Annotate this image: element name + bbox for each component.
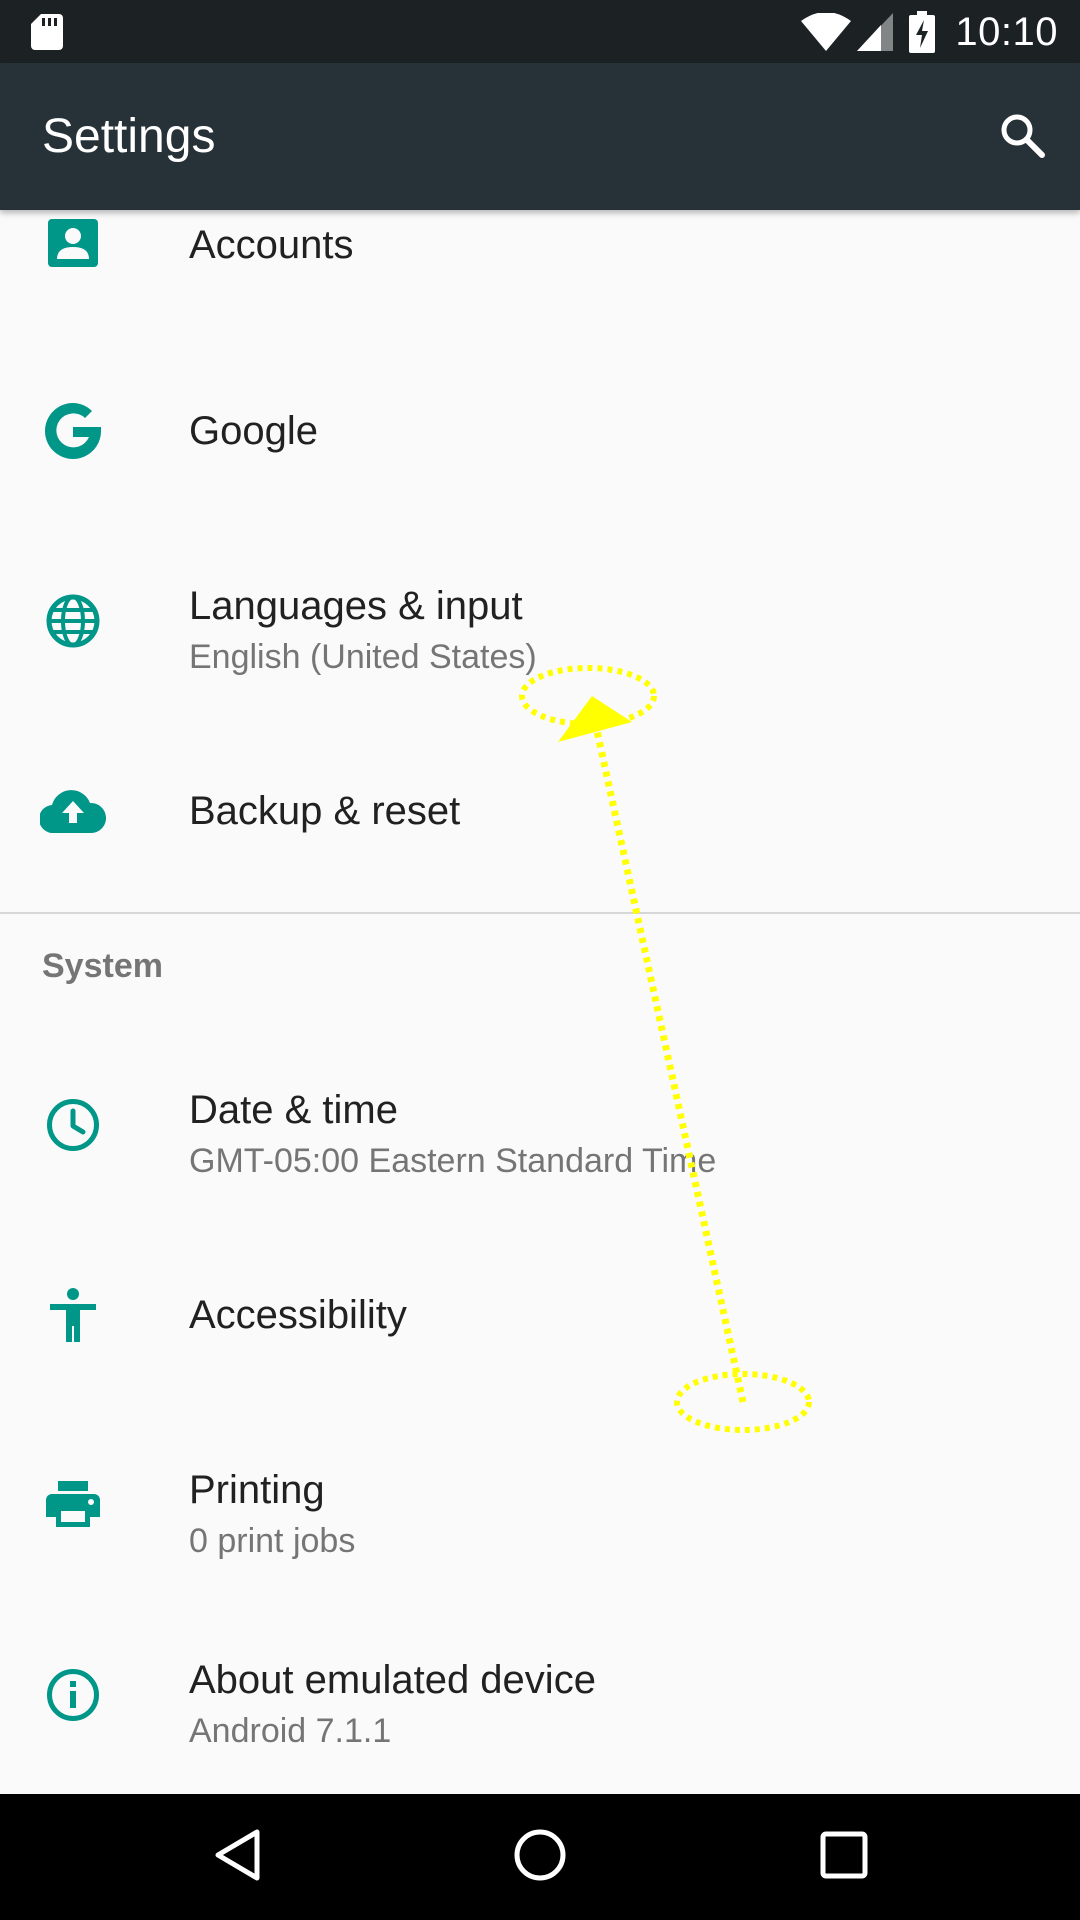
google-g-icon (40, 398, 106, 464)
recents-button[interactable] (804, 1817, 884, 1897)
settings-item-date-time[interactable]: Date & time GMT-05:00 Eastern Standard T… (0, 1030, 1080, 1220)
cloud-upload-icon (40, 778, 106, 844)
wifi-icon (801, 13, 852, 51)
account-box-icon (40, 210, 106, 276)
settings-item-summary: Android 7.1.1 (189, 1712, 392, 1750)
page-title: Settings (42, 110, 216, 163)
settings-item-backup[interactable]: Backup & reset (0, 716, 1080, 906)
settings-item-about[interactable]: About emulated device Android 7.1.1 (0, 1600, 1080, 1790)
cellular-signal-icon (857, 13, 894, 51)
sd-card-icon (31, 14, 63, 55)
settings-item-printing[interactable]: Printing 0 print jobs (0, 1410, 1080, 1600)
settings-item-title: Accessibility (189, 1293, 407, 1337)
accessibility-icon (40, 1282, 106, 1348)
info-icon (40, 1662, 106, 1728)
printer-icon (40, 1472, 106, 1538)
status-bar: 10:10 (0, 0, 1080, 63)
globe-icon (40, 588, 106, 654)
settings-item-summary: 0 print jobs (189, 1522, 356, 1560)
settings-list[interactable]: Accounts Google Languages & input Englis… (0, 210, 1080, 1794)
settings-item-summary: GMT-05:00 Eastern Standard Time (189, 1142, 717, 1180)
battery-charging-icon (909, 11, 936, 53)
home-button[interactable] (500, 1817, 580, 1897)
search-button[interactable] (990, 105, 1054, 169)
settings-item-title: Date & time (189, 1088, 398, 1132)
back-button[interactable] (197, 1817, 277, 1897)
section-header-system: System (42, 947, 163, 985)
settings-item-title: Google (189, 409, 318, 453)
section-divider (0, 912, 1080, 914)
settings-item-accessibility[interactable]: Accessibility (0, 1220, 1080, 1410)
settings-item-title: About emulated device (189, 1658, 596, 1702)
settings-item-title: Backup & reset (189, 789, 461, 833)
status-clock: 10:10 (955, 9, 1058, 54)
settings-item-title: Printing (189, 1468, 325, 1512)
settings-item-summary: English (United States) (189, 638, 537, 676)
recents-icon (820, 1831, 868, 1884)
back-icon (212, 1828, 262, 1887)
settings-item-languages[interactable]: Languages & input English (United States… (0, 526, 1080, 716)
search-icon (998, 111, 1046, 164)
navigation-bar (0, 1794, 1080, 1920)
settings-item-accounts[interactable]: Accounts (0, 210, 1080, 336)
settings-item-title: Languages & input (189, 584, 523, 628)
home-icon (513, 1828, 567, 1887)
app-bar: Settings (0, 63, 1080, 210)
settings-item-google[interactable]: Google (0, 336, 1080, 526)
settings-item-title: Accounts (189, 223, 354, 267)
clock-icon (40, 1092, 106, 1158)
